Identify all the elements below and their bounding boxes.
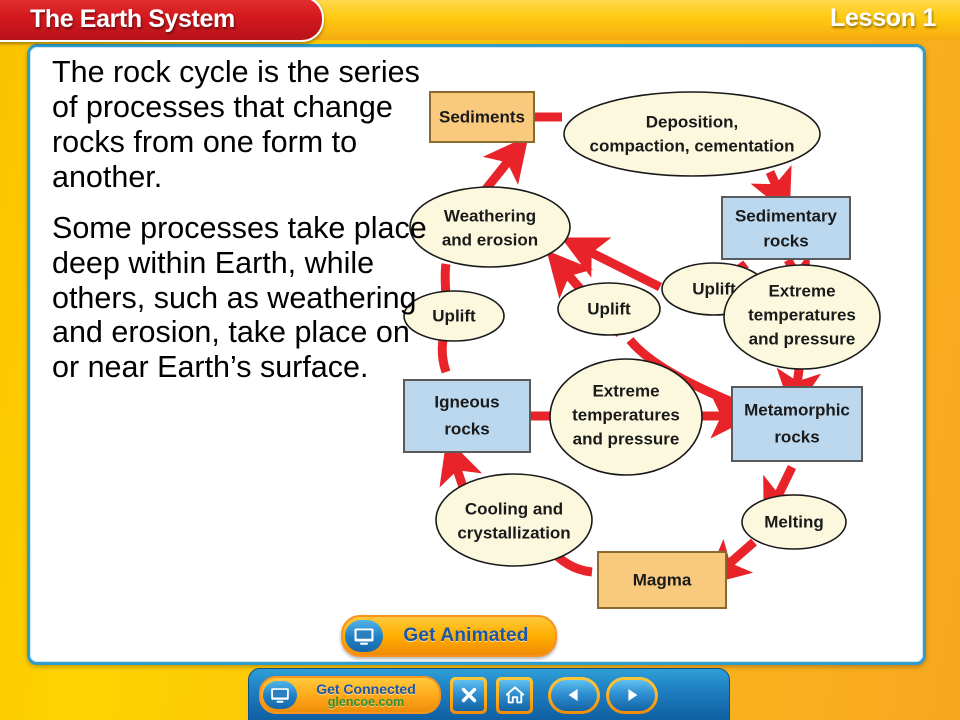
node-deposition-label-line2: compaction, cementation	[590, 137, 795, 156]
body-text: The rock cycle is the series of processe…	[52, 55, 427, 401]
page-title: The Earth System	[30, 4, 235, 33]
rock-cycle-diagram: Sediments Deposition, compaction, cement…	[402, 72, 922, 632]
get-animated-button[interactable]: Get Animated	[341, 615, 557, 657]
slide-title-banner: The Earth System	[0, 0, 324, 42]
node-extreme-mid-line1: Extreme	[592, 382, 659, 401]
lesson-label: Lesson 1	[830, 4, 936, 32]
node-cooling: Cooling and crystallization	[435, 473, 593, 567]
node-deposition-label-line1: Deposition,	[646, 113, 739, 132]
node-uplift-mid: Uplift	[557, 282, 661, 336]
get-connected-label: Get Connected glencoe.com	[297, 682, 439, 709]
home-button[interactable]	[496, 676, 533, 714]
node-uplift-left-label: Uplift	[432, 307, 476, 326]
node-metamorphic-rocks: Metamorphic rocks	[731, 386, 863, 462]
content-panel: The rock cycle is the series of processe…	[27, 44, 926, 665]
node-weathering: Weathering and erosion	[409, 186, 571, 268]
navigation-arrows	[548, 676, 658, 714]
node-magma: Magma	[597, 551, 727, 609]
arrow-upliftright-to-weathering	[561, 237, 663, 292]
node-extreme-right-line1: Extreme	[768, 282, 835, 301]
previous-button[interactable]	[548, 676, 600, 714]
next-button[interactable]	[606, 676, 658, 714]
paragraph-1: The rock cycle is the series of processe…	[52, 55, 420, 194]
slide-root: The Earth System Lesson 1 The rock cycle…	[0, 0, 960, 720]
node-uplift-right-label: Uplift	[692, 280, 736, 299]
node-extreme-mid-line2: temperatures	[572, 406, 680, 425]
node-melting: Melting	[741, 494, 847, 550]
node-weathering-label-line2: and erosion	[442, 231, 538, 250]
close-icon	[453, 679, 484, 711]
paragraph-2: Some processes take place deep within Ea…	[52, 210, 427, 385]
node-sediments: Sediments	[429, 91, 535, 143]
node-igneous-label-line2: rocks	[444, 420, 489, 439]
node-sedimentary-label-line2: rocks	[763, 232, 808, 251]
node-melting-label: Melting	[764, 513, 824, 532]
get-connected-line1: Get Connected	[316, 680, 416, 697]
node-extreme-mid-line3: and pressure	[573, 430, 680, 449]
node-weathering-label-line1: Weathering	[444, 207, 536, 226]
node-magma-label: Magma	[633, 571, 692, 590]
monitor-icon	[263, 681, 297, 709]
node-extreme-right-line2: temperatures	[748, 306, 856, 325]
node-deposition: Deposition, compaction, cementation	[563, 91, 821, 177]
node-metamorphic-line2: rocks	[774, 428, 819, 447]
get-connected-button[interactable]: Get Connected glencoe.com	[259, 676, 441, 714]
node-metamorphic-line1: Metamorphic	[744, 401, 850, 420]
node-extreme-right-line3: and pressure	[749, 330, 856, 349]
node-extreme-mid: Extreme temperatures and pressure	[549, 358, 703, 476]
close-button[interactable]	[450, 676, 487, 714]
node-igneous-label-line1: Igneous	[434, 393, 499, 412]
node-extreme-right: Extreme temperatures and pressure	[723, 264, 881, 370]
bottom-toolbar: Get Connected glencoe.com	[248, 668, 730, 720]
right-triangle-icon	[609, 679, 655, 711]
left-triangle-icon	[551, 679, 597, 711]
node-sediments-label: Sediments	[439, 108, 525, 127]
arrow-deposition-to-sedimentary	[750, 165, 792, 216]
get-connected-line2: glencoe.com	[327, 694, 405, 709]
node-uplift-mid-label: Uplift	[587, 300, 631, 319]
get-animated-label: Get Animated	[403, 625, 529, 646]
node-cooling-line1: Cooling and	[465, 500, 563, 519]
monitor-icon	[345, 620, 383, 652]
home-icon	[499, 679, 530, 711]
node-sedimentary-label-line1: Sedimentary	[735, 207, 838, 226]
node-sedimentary-rocks: Sedimentary rocks	[721, 196, 851, 260]
node-cooling-line2: crystallization	[457, 524, 570, 543]
